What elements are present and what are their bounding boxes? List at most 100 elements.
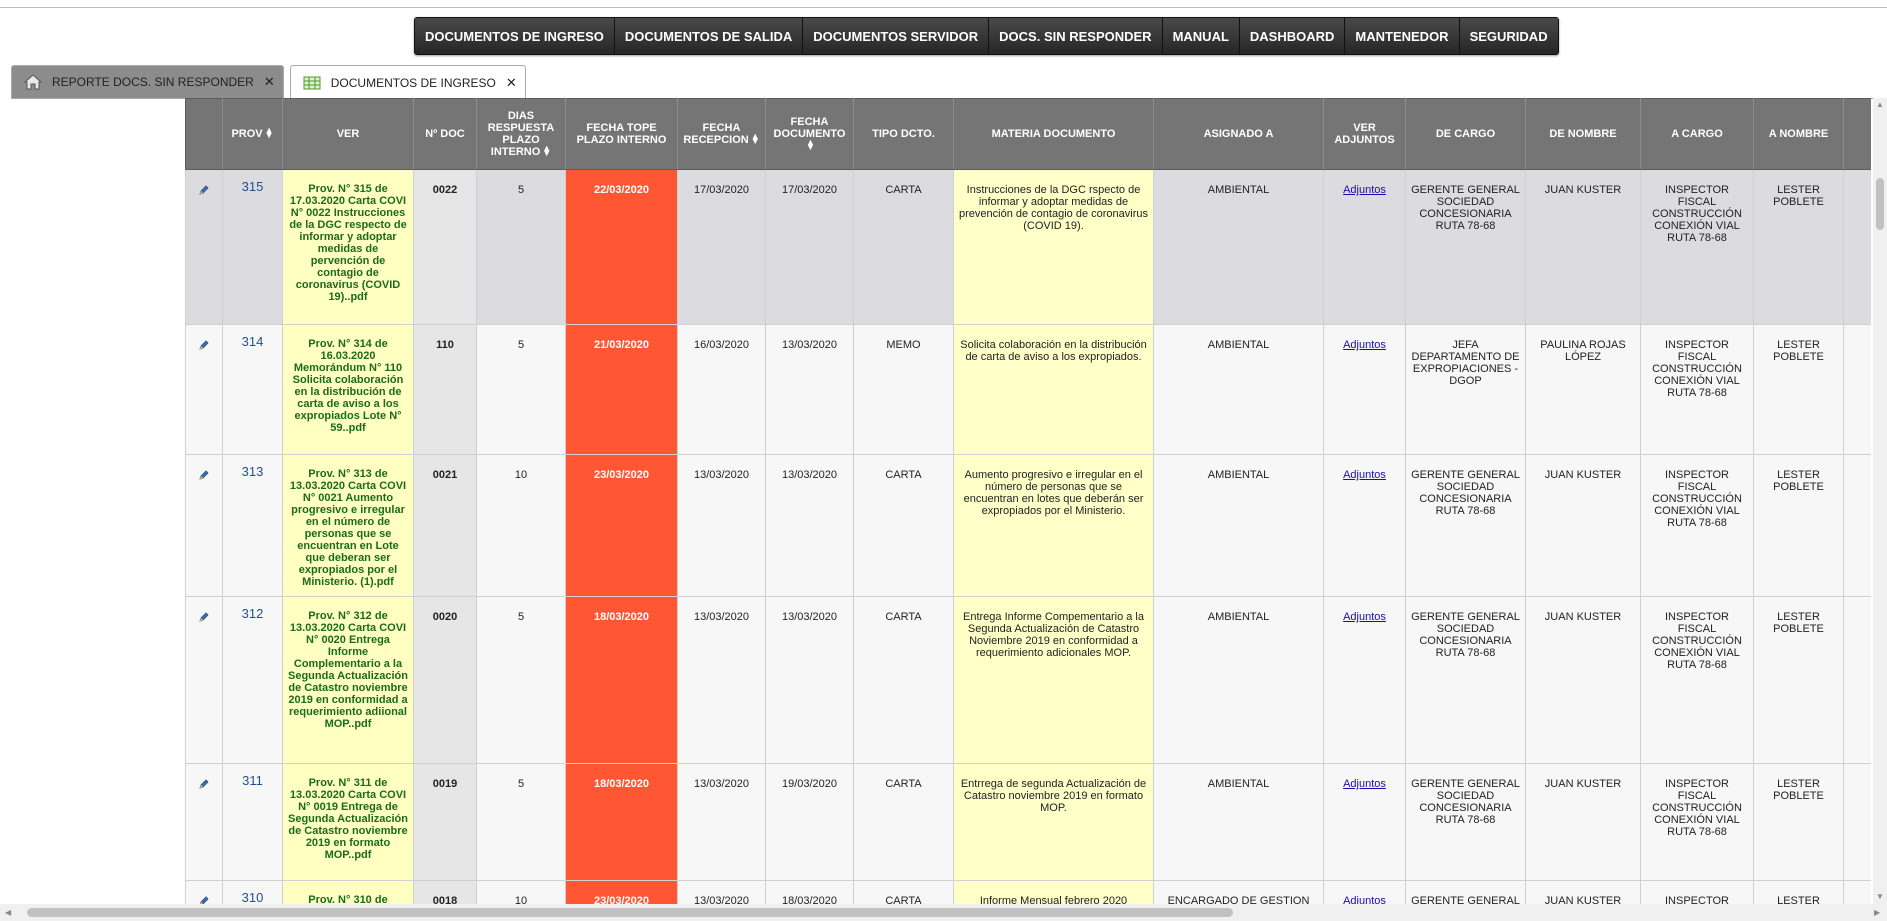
column-header-spacer [1843, 98, 1871, 170]
cell-asignado: AMBIENTAL [1153, 324, 1324, 455]
cell-ndoc: 0020 [413, 596, 477, 764]
sort-icon[interactable]: ▲ ▼ [751, 132, 760, 146]
pencil-icon[interactable] [198, 339, 210, 351]
pencil-icon[interactable] [198, 469, 210, 481]
scroll-up-icon[interactable]: ▲ [1876, 100, 1884, 109]
column-header-label: VER [336, 128, 360, 140]
sort-icon[interactable]: ▲ ▼ [806, 138, 815, 152]
cell-de-nombre: JUAN KUSTER [1525, 763, 1641, 881]
table-row[interactable]: 315 Prov. N° 315 de 17.03.2020 Carta COVI… [185, 169, 1871, 325]
cell-ver[interactable]: Prov. N° 315 de 17.03.2020 Carta COVI N°… [282, 169, 414, 325]
cell-de-nombre: JUAN KUSTER [1525, 169, 1641, 325]
edit-cell [185, 324, 223, 455]
close-icon[interactable]: ✕ [506, 75, 517, 91]
cell-a-nombre: LESTER POBLETE [1753, 596, 1844, 764]
cell-recepcion: 17/03/2020 [677, 169, 766, 325]
cell-adjuntos: Adjuntos [1323, 763, 1406, 881]
menu-documentos-salida[interactable]: DOCUMENTOS DE SALIDA [614, 18, 804, 54]
cell-documento: 17/03/2020 [765, 169, 854, 325]
cell-adjuntos: Adjuntos [1323, 880, 1406, 904]
cell-dias: 10 [476, 454, 566, 597]
adjuntos-link[interactable]: Adjuntos [1343, 611, 1386, 623]
cell-ver[interactable]: Prov. N° 311 de 13.03.2020 Carta COVI N°… [282, 763, 414, 881]
pencil-icon[interactable] [198, 184, 210, 196]
table-row[interactable]: 310Prov. N° 310 de 13.03.2020 Carta COVI… [185, 880, 1871, 904]
cell-ver[interactable]: Prov. N° 310 de 13.03.2020 Carta COVI N°… [282, 880, 414, 904]
scroll-left-icon[interactable]: ◀ [5, 908, 11, 917]
scroll-right-icon[interactable]: ▶ [1874, 908, 1880, 917]
cell-de-cargo: GERENTE GENERAL SOCIEDAD CONCESIONARIA R… [1405, 169, 1526, 325]
close-icon[interactable]: ✕ [264, 74, 275, 90]
cell-de-cargo: JEFA DEPARTAMENTO DE EXPROPIACIONES - DG… [1405, 324, 1526, 455]
cell-materia: Informe Mensual febrero 2020 [953, 880, 1154, 904]
pencil-icon[interactable] [198, 895, 210, 904]
vertical-scrollbar[interactable]: ▲ ▼ [1873, 98, 1887, 904]
edit-cell [185, 454, 223, 597]
sort-icon[interactable]: ▲ ▼ [542, 144, 551, 158]
column-header-adjuntos: VER ADJUNTOS [1323, 98, 1406, 170]
column-header-ndoc: Nº DOC [413, 98, 477, 170]
tab-reporte-docs-sin-responder[interactable]: REPORTE DOCS. SIN RESPONDER ✕ [11, 65, 284, 98]
edit-cell [185, 596, 223, 764]
sort-icon[interactable]: ▲ ▼ [265, 126, 274, 140]
menu-documentos-servidor[interactable]: DOCUMENTOS SERVIDOR [803, 18, 990, 54]
adjuntos-link[interactable]: Adjuntos [1343, 184, 1386, 196]
spacer-cell [1843, 763, 1871, 881]
adjuntos-link[interactable]: Adjuntos [1343, 469, 1386, 481]
pencil-icon[interactable] [198, 611, 210, 623]
column-header-dias[interactable]: DIAS RESPUESTA PLAZO INTERNO ▲ ▼ [476, 98, 566, 170]
cell-prov: 315 [222, 169, 283, 325]
column-header-documento[interactable]: FECHA DOCUMENTO▲ ▼ [765, 98, 854, 170]
tab-documentos-de-ingreso[interactable]: DOCUMENTOS DE INGRESO ✕ [289, 65, 526, 99]
cell-ver[interactable]: Prov. N° 313 de 13.03.2020 Carta COVI N°… [282, 454, 414, 597]
adjuntos-link[interactable]: Adjuntos [1343, 778, 1386, 790]
scroll-down-icon[interactable]: ▼ [1876, 892, 1884, 901]
cell-dias: 5 [476, 763, 566, 881]
cell-ndoc: 110 [413, 324, 477, 455]
cell-tope: 22/03/2020 [565, 169, 678, 325]
table-row[interactable]: 311 Prov. N° 311 de 13.03.2020 Carta COVI… [185, 763, 1871, 881]
cell-ver[interactable]: Prov. N° 312 de 13.03.2020 Carta COVI N°… [282, 596, 414, 764]
menu-dashboard[interactable]: DASHBOARD [1239, 18, 1346, 54]
horizontal-scrollbar[interactable]: ◀ ▶ [0, 904, 1887, 921]
table-row[interactable]: 314 Prov. N° 314 de 16.03.2020 Memorándum… [185, 324, 1871, 455]
grid-icon [303, 76, 321, 89]
cell-dias: 5 [476, 596, 566, 764]
edit-cell [185, 169, 223, 325]
column-header-label: FECHA TOPE PLAZO INTERNO [576, 122, 667, 146]
cell-ver[interactable]: Prov. N° 314 de 16.03.2020 Memorándum N°… [282, 324, 414, 455]
pencil-icon[interactable] [198, 778, 210, 790]
column-header-label: A NOMBRE [1768, 128, 1829, 140]
cell-recepcion: 16/03/2020 [677, 324, 766, 455]
column-header-tipo: TIPO DCTO. [853, 98, 954, 170]
table-row[interactable]: 312 Prov. N° 312 de 13.03.2020 Carta COVI… [185, 596, 1871, 764]
cell-adjuntos: Adjuntos [1323, 454, 1406, 597]
cell-de-nombre: JUAN KUSTER [1525, 596, 1641, 764]
menu-seguridad[interactable]: SEGURIDAD [1459, 18, 1558, 54]
tab-label: REPORTE DOCS. SIN RESPONDER [52, 75, 254, 89]
cell-recepcion: 13/03/2020 [677, 763, 766, 881]
column-header-de-cargo: DE CARGO [1405, 98, 1526, 170]
spacer-cell [1843, 324, 1871, 455]
column-header-label: MATERIA DOCUMENTO [991, 128, 1116, 140]
column-header-label: FECHA RECEPCION [683, 122, 749, 146]
cell-a-cargo: INSPECTOR FISCAL CONSTRUCCIÓN CONEXIÓN V… [1640, 454, 1754, 597]
cell-asignado: AMBIENTAL [1153, 596, 1324, 764]
menu-mantenedor[interactable]: MANTENEDOR [1345, 18, 1460, 54]
table-row[interactable]: 313 Prov. N° 313 de 13.03.2020 Carta COVI… [185, 454, 1871, 597]
vertical-scroll-thumb[interactable] [1876, 178, 1884, 230]
column-header-label: A CARGO [1671, 128, 1723, 140]
tab-bar: REPORTE DOCS. SIN RESPONDER ✕ DOCUMENTOS… [11, 65, 532, 99]
cell-dias: 5 [476, 324, 566, 455]
adjuntos-link[interactable]: Adjuntos [1343, 339, 1386, 351]
menu-manual[interactable]: MANUAL [1162, 18, 1240, 54]
cell-prov: 313 [222, 454, 283, 597]
adjuntos-link[interactable]: Adjuntos [1343, 895, 1386, 904]
cell-asignado: AMBIENTAL [1153, 763, 1324, 881]
horizontal-scroll-thumb[interactable] [27, 908, 1233, 917]
cell-materia: Solicita colaboración en la distribución… [953, 324, 1154, 455]
column-header-recepcion[interactable]: FECHA RECEPCION ▲ ▼ [677, 98, 766, 170]
menu-docs-sin-responder[interactable]: DOCS. SIN RESPONDER [989, 18, 1163, 54]
menu-documentos-ingreso[interactable]: DOCUMENTOS DE INGRESO [415, 18, 615, 54]
column-header-prov[interactable]: PROV ▲ ▼ [222, 98, 283, 170]
